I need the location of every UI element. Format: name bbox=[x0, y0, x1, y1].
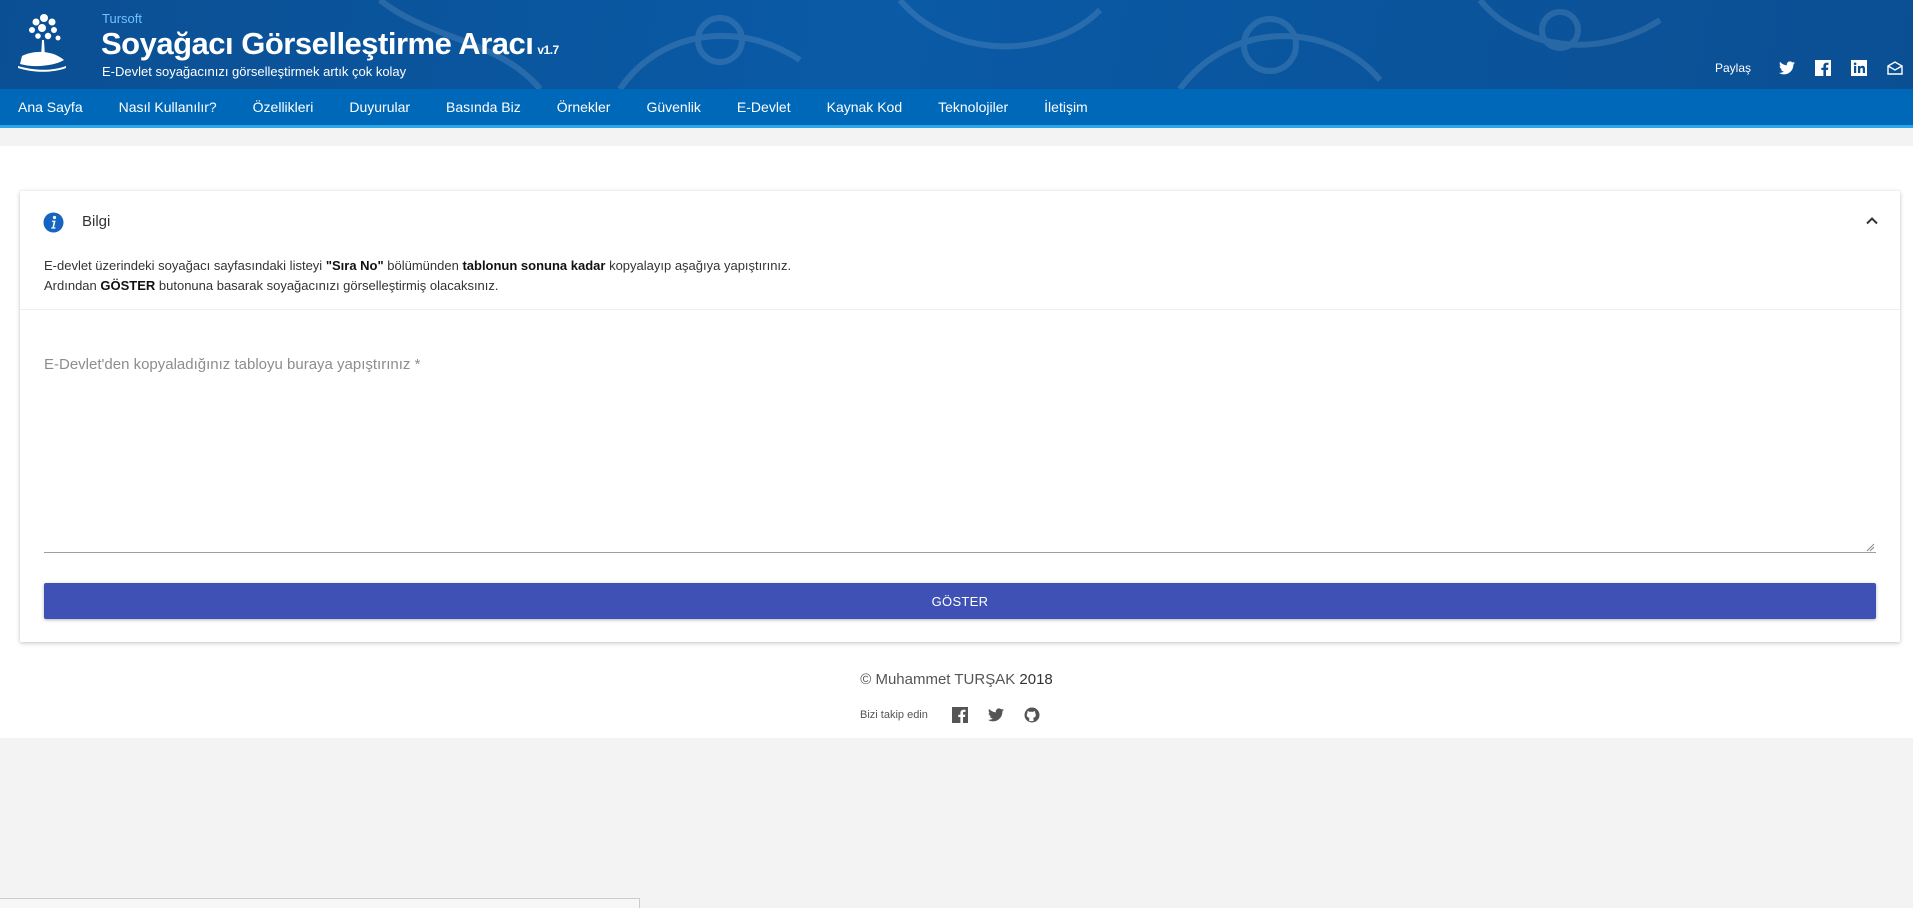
nav-item-ozellikleri[interactable]: Özellikleri bbox=[235, 89, 332, 125]
copyright-text[interactable]: © Muhammet TURŞAK bbox=[860, 671, 1015, 688]
twitter-icon[interactable] bbox=[978, 705, 1014, 725]
nav-item-e-devlet[interactable]: E-Devlet bbox=[719, 89, 809, 125]
goster-button[interactable]: GÖSTER bbox=[44, 583, 1876, 619]
resize-grip-icon[interactable] bbox=[1866, 543, 1875, 552]
version-label: v1.7 bbox=[537, 43, 559, 57]
share-label: Paylaş bbox=[1714, 61, 1751, 75]
share-bar: Paylaş bbox=[1715, 58, 1913, 78]
nav-item-duyurular[interactable]: Duyurular bbox=[331, 89, 428, 125]
main-nav: Ana Sayfa Nasıl Kullanılır? Özellikleri … bbox=[0, 89, 1913, 128]
app-title[interactable]: Soyağacı Görselleştirme Aracı v1.7 bbox=[101, 26, 559, 62]
nav-item-basinda-biz[interactable]: Basında Biz bbox=[428, 89, 539, 125]
info-title: Bilgi bbox=[82, 213, 111, 230]
info-card: Bilgi E-devlet üzerindeki soyağacı sayfa… bbox=[20, 191, 1900, 642]
nav-item-iletisim[interactable]: İletişim bbox=[1026, 89, 1106, 125]
app-subtitle: E-Devlet soyağacınızı görselleştirmek ar… bbox=[102, 64, 407, 79]
nav-item-kaynak-kod[interactable]: Kaynak Kod bbox=[809, 89, 921, 125]
footer-copyright: © Muhammet TURŞAK 2018 bbox=[0, 671, 1913, 688]
info-line-1: E-devlet üzerindeki soyağacı sayfasındak… bbox=[44, 256, 791, 276]
linkedin-icon[interactable] bbox=[1841, 58, 1877, 78]
table-paste-textarea[interactable] bbox=[44, 381, 1876, 553]
info-bold-tablonun-sonuna: tablonun sonuna kadar bbox=[462, 258, 606, 273]
site-header: Tursoft Soyağacı Görselleştirme Aracı v1.… bbox=[0, 0, 1913, 89]
chevron-up-icon[interactable] bbox=[1862, 211, 1882, 231]
tree-logo-icon[interactable] bbox=[14, 10, 68, 72]
info-bold-goster: GÖSTER bbox=[100, 278, 156, 293]
nav-item-nasil-kullanilir[interactable]: Nasıl Kullanılır? bbox=[101, 89, 235, 125]
nav-item-ana-sayfa[interactable]: Ana Sayfa bbox=[0, 89, 101, 125]
info-text-part: butonuna basarak soyağacınızı görselleşt… bbox=[155, 278, 499, 293]
facebook-icon[interactable] bbox=[1805, 58, 1841, 78]
info-description: E-devlet üzerindeki soyağacı sayfasındak… bbox=[44, 256, 791, 296]
info-text-part: Ardından bbox=[44, 278, 101, 293]
nav-item-ornekler[interactable]: Örnekler bbox=[539, 89, 629, 125]
info-icon bbox=[43, 212, 64, 233]
copyright-year: 2018 bbox=[1019, 671, 1053, 688]
nav-item-guvenlik[interactable]: Güvenlik bbox=[628, 89, 718, 125]
nav-item-teknolojiler[interactable]: Teknolojiler bbox=[920, 89, 1026, 125]
app-title-text: Soyağacı Görselleştirme Aracı bbox=[101, 26, 534, 61]
mail-icon[interactable] bbox=[1877, 58, 1913, 78]
divider bbox=[20, 309, 1900, 310]
github-icon[interactable] bbox=[1014, 705, 1050, 725]
brand-name[interactable]: Tursoft bbox=[102, 11, 142, 26]
footer-follow: Bizi takip edin bbox=[860, 705, 1050, 725]
textarea-label: E-Devlet'den kopyaladığınız tabloyu bura… bbox=[44, 356, 421, 373]
follow-label: Bizi takip edin bbox=[860, 709, 928, 721]
info-line-2: Ardından GÖSTER butonuna basarak soyağac… bbox=[44, 276, 791, 296]
info-text-part: kopyalayıp aşağıya yapıştırınız. bbox=[605, 258, 792, 273]
facebook-icon[interactable] bbox=[942, 705, 978, 725]
info-header[interactable]: Bilgi bbox=[20, 191, 1900, 251]
info-text-part: E-devlet üzerindeki soyağacı sayfasındak… bbox=[44, 258, 326, 273]
info-bold-sira-no: "Sıra No" bbox=[325, 258, 384, 273]
bottom-status-strip bbox=[0, 898, 640, 908]
info-text-part: bölümünden bbox=[383, 258, 463, 273]
twitter-icon[interactable] bbox=[1769, 58, 1805, 78]
